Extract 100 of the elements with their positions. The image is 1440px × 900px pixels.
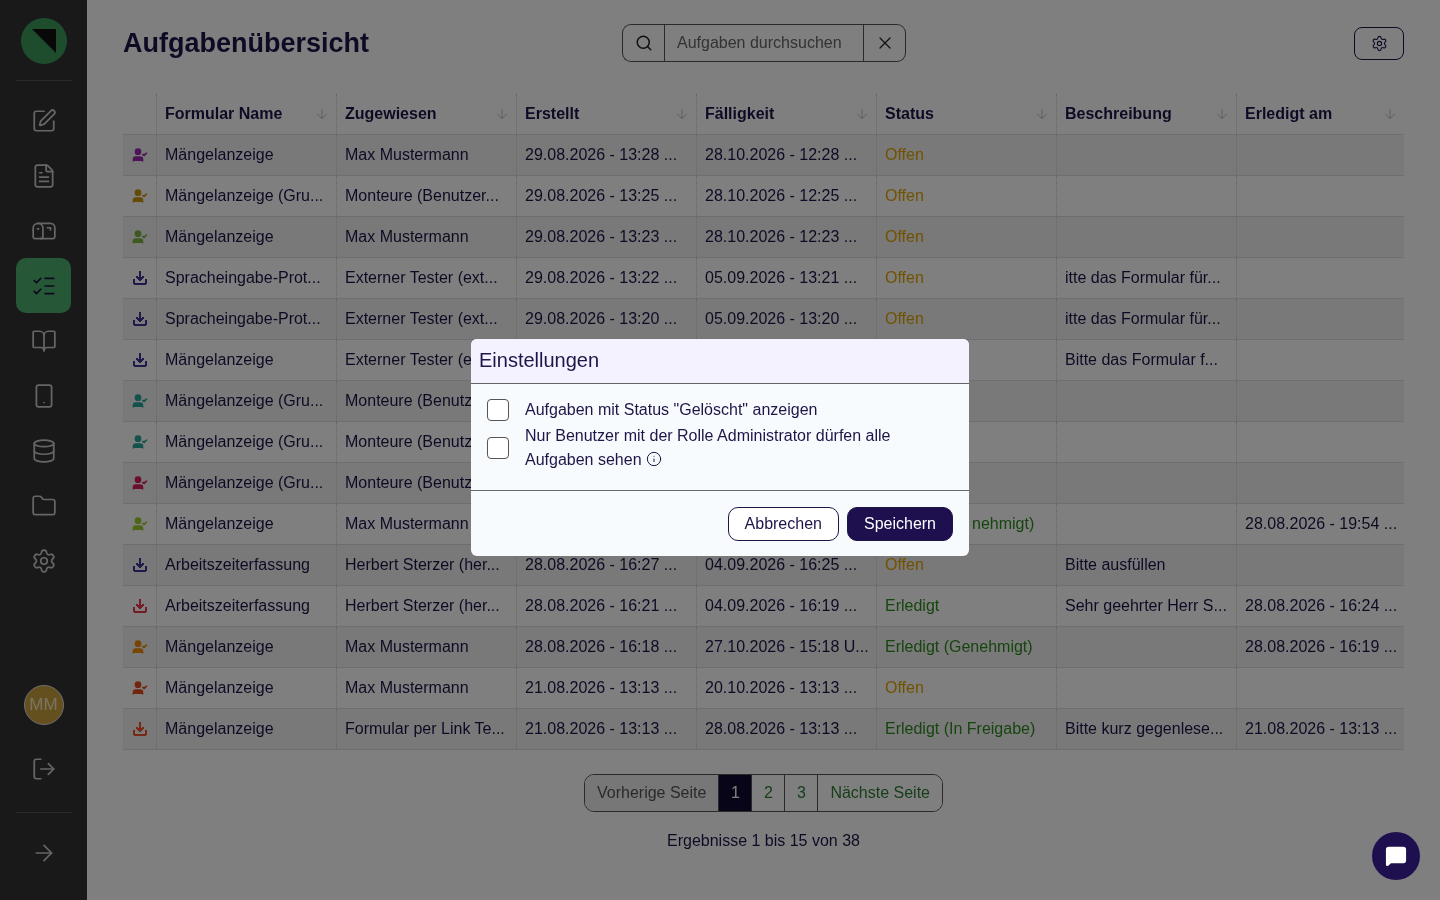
page-title: Aufgabenübersicht: [123, 27, 371, 59]
table-cell: 04.09.2026 - 16:25 ...: [705, 556, 858, 574]
table-cell: 28.10.2026 - 12:28 ...: [705, 146, 858, 164]
status-text: Offen: [885, 228, 924, 246]
results-summary: Ergebnisse 1 bis 15 von 38: [666, 832, 861, 850]
page-button[interactable]: 1: [718, 775, 752, 811]
table-cell: Monteure (Benutz: [345, 433, 473, 451]
column-header[interactable]: Status: [876, 94, 1056, 134]
table-cell: Mängelanzeige: [165, 679, 274, 697]
settings-button[interactable]: [1354, 26, 1404, 60]
table-cell: 28.08.2026 - 13:13 ...: [705, 720, 858, 738]
table-cell: Mängelanzeige (Gru...: [165, 187, 324, 205]
table-cell: Sehr geehrter Herr S...: [1065, 597, 1227, 615]
search-button[interactable]: [622, 24, 664, 62]
book-icon: [30, 327, 57, 354]
table-cell: itte das Formular für...: [1065, 310, 1221, 328]
checkbox[interactable]: [487, 399, 509, 421]
table-cell: 28.08.2026 - 16:18 ...: [525, 638, 678, 656]
table-cell: Arbeitszeiterfassung: [165, 597, 310, 615]
table-cell: Mängelanzeige: [165, 638, 274, 656]
status-text: Offen: [885, 187, 924, 205]
table-cell: Monteure (Benutzer...: [345, 187, 499, 205]
table-cell: 28.10.2026 - 12:23 ...: [705, 228, 858, 246]
table-cell: Bitte ausfüllen: [1065, 556, 1166, 574]
table-cell: 29.08.2026 - 13:28 ...: [525, 146, 678, 164]
table-cell: Mängelanzeige: [165, 351, 274, 369]
search-field[interactable]: Aufgaben durchsuchen: [664, 24, 864, 62]
table-cell: Mängelanzeige (Gru...: [165, 433, 324, 451]
chat-icon: [1385, 845, 1407, 867]
search-icon: [634, 34, 653, 52]
table-cell: Externer Tester (e: [345, 351, 472, 369]
table-cell: Spracheingabe-Prot...: [165, 269, 321, 287]
cancel-button[interactable]: Abbrechen: [727, 507, 839, 541]
table-cell: Mängelanzeige: [165, 720, 274, 738]
table-cell: 29.08.2026 - 13:22 ...: [525, 269, 678, 287]
table-cell: Max Mustermann: [345, 515, 469, 533]
status-text: Offen: [885, 679, 924, 697]
dialog-title: Einstellungen: [479, 349, 601, 372]
logo-icon: [20, 18, 67, 64]
checkbox[interactable]: [487, 437, 509, 459]
status-text: nehmigt): [972, 515, 1035, 533]
table-cell: 21.08.2026 - 13:13 ...: [525, 679, 678, 697]
logout-icon: [30, 755, 57, 782]
column-header[interactable]: Zugewiesen: [336, 94, 516, 134]
save-button[interactable]: Speichern: [846, 507, 953, 541]
status-text: Erledigt: [885, 597, 940, 615]
table-cell: Mängelanzeige: [165, 146, 274, 164]
table-cell: Mängelanzeige: [165, 515, 274, 533]
table-cell: Formular per Link Te...: [345, 720, 505, 738]
clear-button[interactable]: [864, 24, 906, 62]
column-header[interactable]: Fälligkeit: [696, 94, 876, 134]
table-cell: Bitte das Formular f...: [1065, 351, 1218, 369]
table-cell: 29.08.2026 - 13:25 ...: [525, 187, 678, 205]
table-cell: Herbert Sterzer (her...: [345, 597, 500, 615]
column-header[interactable]: Formular Name: [156, 94, 336, 134]
table-cell: Mängelanzeige (Gru...: [165, 392, 324, 410]
table-cell: 28.08.2026 - 19:54 ...: [1245, 515, 1398, 533]
table-cell: Externer Tester (ext...: [345, 310, 498, 328]
table-cell: Max Mustermann: [345, 679, 469, 697]
nav-item[interactable]: [16, 258, 71, 313]
table-cell: 27.10.2026 - 15:18 U...: [705, 638, 869, 656]
table-cell: 05.09.2026 - 13:20 ...: [705, 310, 858, 328]
table-cell: Max Mustermann: [345, 146, 469, 164]
table-cell: Max Mustermann: [345, 638, 469, 656]
status-text: Offen: [885, 556, 924, 574]
table-cell: Monteure (Benutz: [345, 474, 473, 492]
info-icon[interactable]: [646, 451, 662, 467]
table-cell: Herbert Sterzer (her...: [345, 556, 500, 574]
table-cell: Bitte kurz gegenlese...: [1065, 720, 1224, 738]
table-cell: Externer Tester (ext...: [345, 269, 498, 287]
option-label: Aufgaben mit Status "Gelöscht" anzeigen: [525, 400, 818, 420]
column-header[interactable]: Erledigt am: [1236, 94, 1404, 134]
settings-icon: [30, 547, 57, 574]
table-cell: 29.08.2026 - 13:20 ...: [525, 310, 678, 328]
table-cell: Spracheingabe-Prot...: [165, 310, 321, 328]
table-cell: 28.08.2026 - 16:19 ...: [1245, 638, 1398, 656]
table-cell: Monteure (Benutz: [345, 392, 473, 410]
table-cell: 04.09.2026 - 16:19 ...: [705, 597, 858, 615]
table-cell: Arbeitszeiterfassung: [165, 556, 310, 574]
folder-icon: [30, 492, 57, 519]
table-cell: 05.09.2026 - 13:21 ...: [705, 269, 858, 287]
table-cell: 28.08.2026 - 16:24 ...: [1245, 597, 1398, 615]
table-cell: Mängelanzeige: [165, 228, 274, 246]
status-text: Offen: [885, 310, 924, 328]
column-header[interactable]: Erstellt: [516, 94, 696, 134]
status-text: Erledigt (In Freigabe): [885, 720, 1036, 738]
table-cell: Max Mustermann: [345, 228, 469, 246]
table-cell: 21.08.2026 - 13:13 ...: [525, 720, 678, 738]
table-cell: 21.08.2026 - 13:13 ...: [1245, 720, 1398, 738]
table-cell: itte das Formular für...: [1065, 269, 1221, 287]
table-cell: Mängelanzeige (Gru...: [165, 474, 324, 492]
next-page-button[interactable]: Nächste Seite: [817, 775, 942, 811]
column-header[interactable]: Beschreibung: [1056, 94, 1236, 134]
status-text: Offen: [885, 146, 924, 164]
database-icon: [30, 437, 57, 464]
table-cell: 28.08.2026 - 16:21 ...: [525, 597, 678, 615]
table-cell: 29.08.2026 - 13:23 ...: [525, 228, 678, 246]
pencil-square-icon: [30, 107, 57, 134]
status-text: Offen: [885, 269, 924, 287]
settings-icon: [1370, 34, 1388, 52]
